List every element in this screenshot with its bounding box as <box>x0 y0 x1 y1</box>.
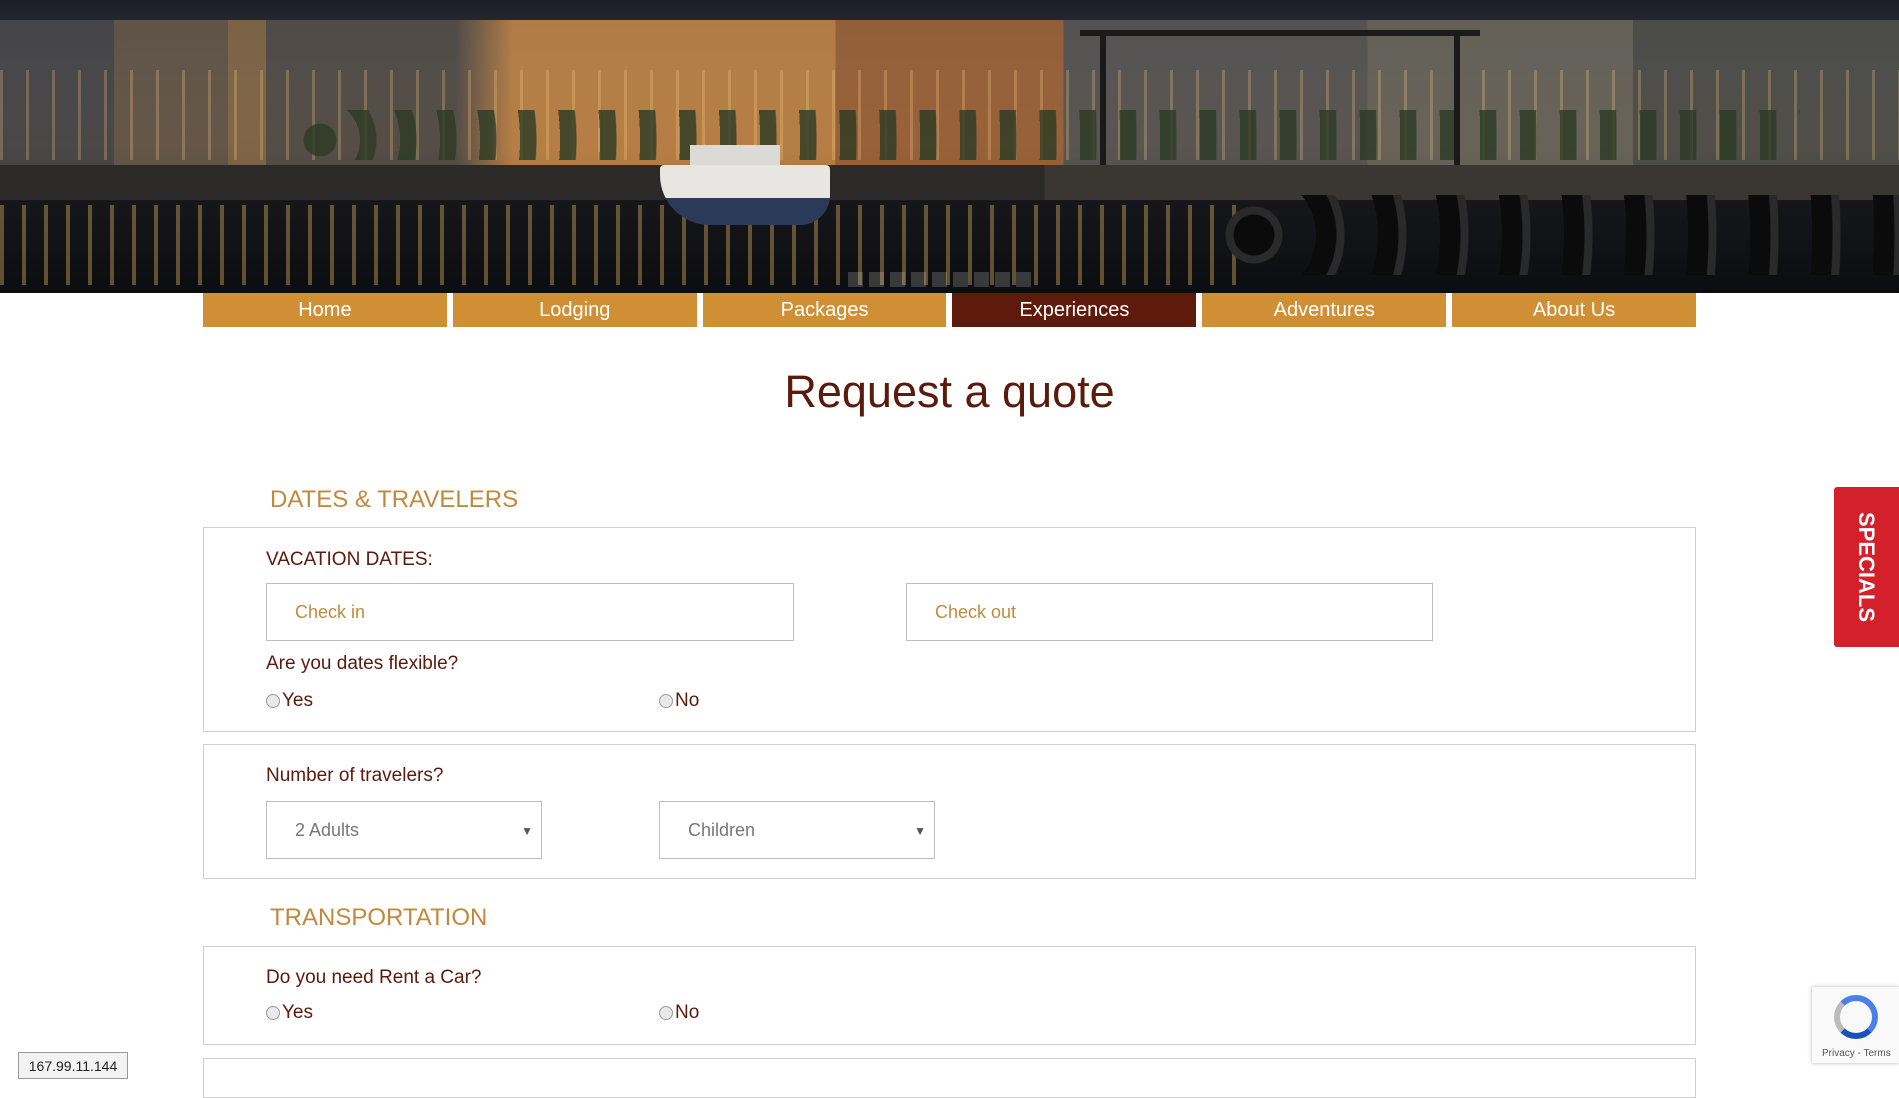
radio-button[interactable] <box>266 694 280 708</box>
nav-packages[interactable]: Packages <box>702 293 947 327</box>
flexible-question: Are you dates flexible? <box>266 653 459 674</box>
rent-car-yes-option[interactable]: Yes <box>266 1002 313 1024</box>
travelers-box: Number of travelers? 2 Adults ▼ Children… <box>203 744 1696 879</box>
chevron-down-icon: ▼ <box>521 824 533 838</box>
hero-tyres <box>1220 195 1899 275</box>
rent-car-box: Do you need Rent a Car? Yes No <box>203 946 1696 1045</box>
nav-lodging[interactable]: Lodging <box>452 293 697 327</box>
children-select-value: Children <box>688 819 756 840</box>
specials-label: SPECIALS <box>1854 511 1880 623</box>
radio-button[interactable] <box>659 1006 673 1020</box>
radio-label: No <box>675 690 700 711</box>
slider-dot[interactable] <box>869 272 884 287</box>
rent-car-question: Do you need Rent a Car? <box>266 967 482 988</box>
slider-dots <box>848 272 1031 287</box>
radio-label: No <box>675 1002 700 1023</box>
travelers-question: Number of travelers? <box>266 765 444 786</box>
hero-boat <box>660 165 830 225</box>
dates-section-title: DATES & TRAVELERS <box>270 486 519 513</box>
checkout-input[interactable]: Check out <box>906 583 1433 641</box>
rent-car-no-option[interactable]: No <box>659 1002 699 1024</box>
hero-crane <box>1080 30 1480 176</box>
slider-dot[interactable] <box>953 272 968 287</box>
slider-dot[interactable] <box>995 272 1010 287</box>
adults-select[interactable]: 2 Adults ▼ <box>266 801 542 859</box>
slider-dot[interactable] <box>974 272 989 287</box>
radio-label: Yes <box>282 1002 313 1023</box>
slider-dot[interactable] <box>890 272 905 287</box>
chevron-down-icon: ▼ <box>914 824 926 838</box>
adults-select-value: 2 Adults <box>295 819 360 840</box>
main-nav: Home Lodging Packages Experiences Advent… <box>203 293 1696 327</box>
radio-label: Yes <box>282 690 313 711</box>
ip-address-badge: 167.99.11.144 <box>18 1052 128 1079</box>
vacation-dates-label: VACATION DATES: <box>266 549 433 570</box>
transport-section-title: TRANSPORTATION <box>270 904 488 931</box>
radio-button[interactable] <box>266 1006 280 1020</box>
hero-trees <box>300 110 1800 160</box>
flexible-no-option[interactable]: No <box>659 690 699 712</box>
nav-home[interactable]: Home <box>203 293 447 327</box>
slider-dot[interactable] <box>848 272 863 287</box>
checkin-input[interactable]: Check in <box>266 583 794 641</box>
nav-about-us[interactable]: About Us <box>1452 293 1696 327</box>
next-section-box <box>203 1058 1696 1098</box>
nav-experiences[interactable]: Experiences <box>952 293 1197 327</box>
recaptcha-terms[interactable]: Privacy - Terms <box>1822 1048 1891 1059</box>
hero-reflections <box>0 205 1250 285</box>
slider-dot[interactable] <box>932 272 947 287</box>
hero-banner <box>0 0 1899 293</box>
slider-dot[interactable] <box>911 272 926 287</box>
recaptcha-badge[interactable]: Privacy - Terms <box>1812 987 1899 1063</box>
nav-adventures[interactable]: Adventures <box>1202 293 1447 327</box>
children-select[interactable]: Children ▼ <box>659 801 935 859</box>
page-title: Request a quote <box>784 366 1115 417</box>
vacation-dates-box: VACATION DATES: Check in Check out Are y… <box>203 527 1696 732</box>
radio-button[interactable] <box>659 694 673 708</box>
specials-tab[interactable]: SPECIALS <box>1834 487 1899 647</box>
slider-dot[interactable] <box>1016 272 1031 287</box>
flexible-yes-option[interactable]: Yes <box>266 690 313 712</box>
recaptcha-icon <box>1834 995 1878 1039</box>
